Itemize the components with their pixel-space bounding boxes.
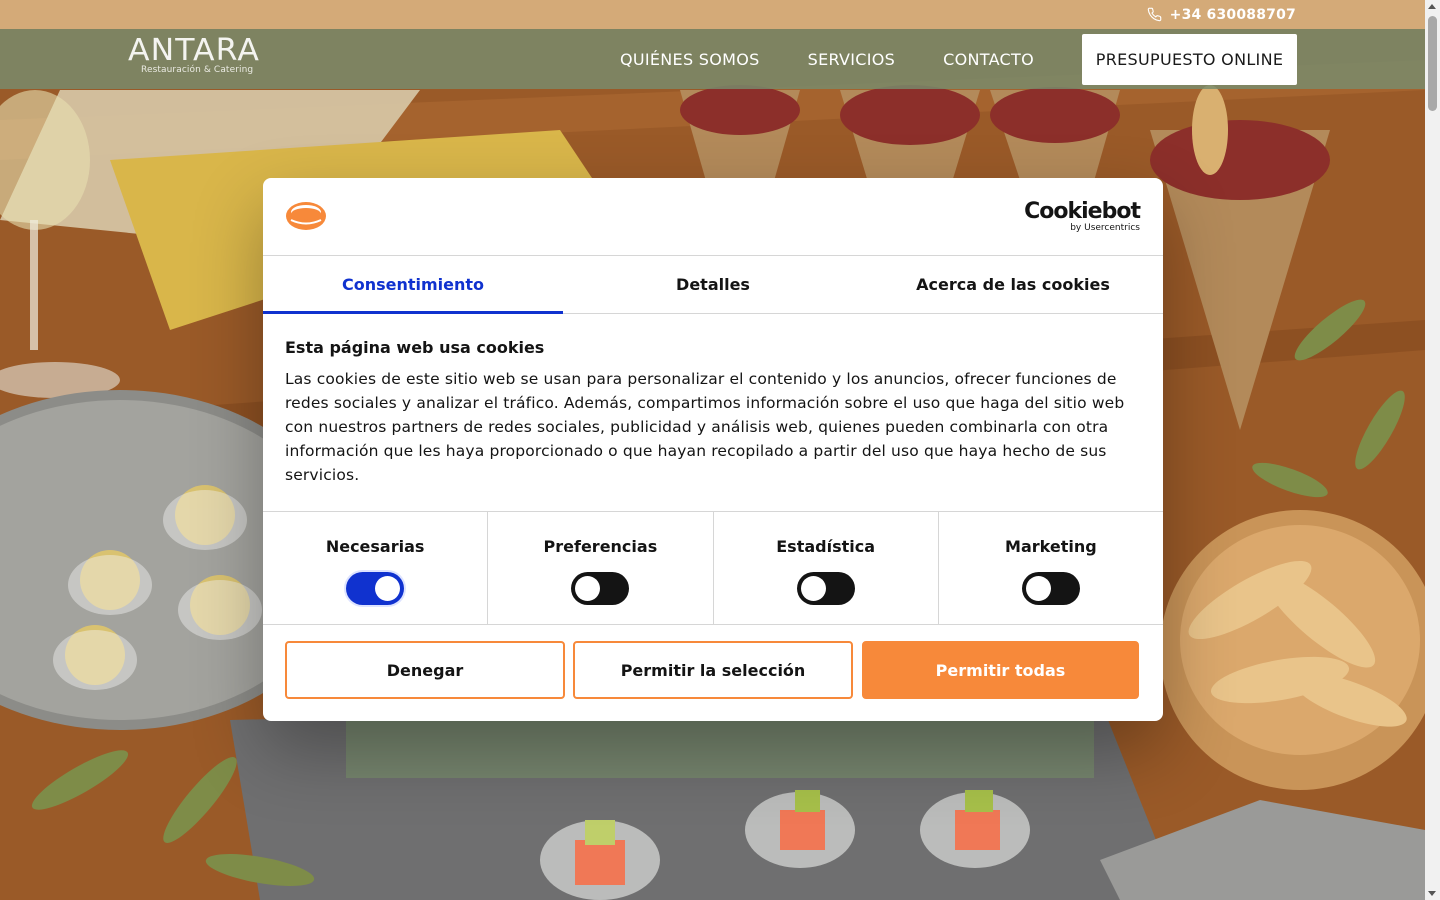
cookiebot-logo[interactable]: Cookiebot by Usercentrics — [1024, 199, 1141, 234]
toggle-estadistica[interactable] — [796, 572, 855, 605]
category-label: Marketing — [1005, 537, 1097, 556]
phone-icon — [1147, 7, 1162, 22]
consent-buttons: Denegar Permitir la selección Permitir t… — [263, 625, 1163, 715]
cookie-category-toggles: Necesarias Preferencias Estadística Mark… — [263, 511, 1163, 625]
toggle-knob — [800, 576, 826, 601]
category-necesarias: Necesarias — [263, 512, 489, 624]
toggle-knob — [1025, 576, 1051, 601]
site-logo[interactable]: ANTARA Restauración & Catering — [128, 35, 259, 83]
category-label: Necesarias — [325, 537, 425, 556]
category-label: Preferencias — [543, 537, 658, 556]
allow-all-button[interactable]: Permitir todas — [862, 641, 1139, 699]
nav-item-servicios[interactable]: SERVICIOS — [808, 50, 896, 69]
page-scrollbar[interactable] — [1425, 0, 1440, 900]
nav-item-contacto[interactable]: CONTACTO — [943, 50, 1034, 69]
tab-detalles[interactable]: Detalles — [563, 256, 863, 313]
consent-title: Esta página web usa cookies — [285, 338, 545, 357]
deny-button[interactable]: Denegar — [285, 641, 565, 699]
tab-acerca-de-las-cookies[interactable]: Acerca de las cookies — [863, 256, 1163, 313]
cookiebot-wordmark: Cookiebot — [1024, 199, 1141, 224]
budget-online-button[interactable]: PRESUPUESTO ONLINE — [1082, 33, 1297, 85]
main-navbar: ANTARA Restauración & Catering QUIÉNES S… — [0, 29, 1425, 89]
dialog-tabs: Consentimiento Detalles Acerca de las co… — [263, 256, 1163, 314]
consent-body: Esta página web usa cookies Las cookies … — [263, 314, 1163, 511]
toggle-marketing[interactable] — [1021, 572, 1080, 605]
toggle-preferencias[interactable] — [571, 572, 630, 605]
category-marketing: Marketing — [939, 512, 1163, 624]
site-brand-icon — [285, 200, 327, 236]
toggle-necesarias[interactable] — [346, 572, 405, 605]
category-preferencias: Preferencias — [488, 512, 714, 624]
phone-number: +34 630088707 — [1169, 6, 1296, 23]
allow-selection-button[interactable]: Permitir la selección — [573, 641, 853, 699]
logo-wordmark: ANTARA — [128, 33, 260, 68]
tab-consentimiento[interactable]: Consentimiento — [263, 256, 563, 314]
scroll-down-arrow-icon[interactable] — [1428, 891, 1436, 896]
category-estadistica: Estadística — [714, 512, 939, 624]
dialog-header: Cookiebot by Usercentrics — [263, 178, 1163, 256]
nav-item-quienes-somos[interactable]: QUIÉNES SOMOS — [620, 50, 760, 69]
cookie-consent-dialog: Cookiebot by Usercentrics Consentimiento… — [263, 178, 1163, 721]
phone-link[interactable]: +34 630088707 — [1147, 0, 1296, 29]
toggle-knob — [575, 576, 601, 601]
toggle-knob — [375, 576, 401, 601]
top-contact-bar: +34 630088707 — [0, 0, 1425, 29]
scroll-up-arrow-icon[interactable] — [1428, 4, 1436, 9]
consent-description: Las cookies de este sitio web se usan pa… — [285, 370, 1125, 484]
cookiebot-byline: by Usercentrics — [1070, 223, 1140, 233]
nav-links: QUIÉNES SOMOS SERVICIOS CONTACTO PRESUPU… — [620, 29, 1297, 89]
category-label: Estadística — [776, 537, 876, 556]
scrollbar-thumb[interactable] — [1428, 16, 1437, 111]
